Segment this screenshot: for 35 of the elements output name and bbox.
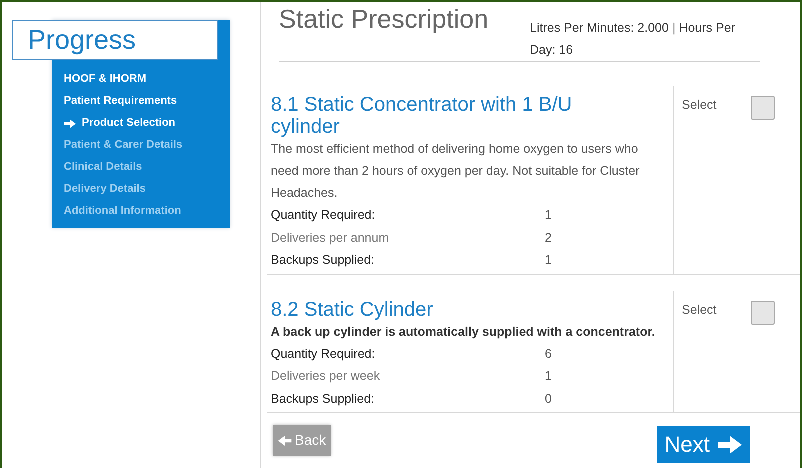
detail-label: Backups Supplied: <box>271 252 376 269</box>
page-title: Static Prescription <box>279 3 490 36</box>
product-title: 8.2 Static Cylinder <box>271 298 434 320</box>
detail-value: 6 <box>545 346 552 362</box>
detail-label: Quantity Required: <box>271 207 376 224</box>
detail-label: Deliveries per annum <box>271 230 390 247</box>
arrow-right-icon <box>718 436 742 454</box>
product-description: The most efficient method of delivering home oxygen to users who need more than 2 hours of oxygen per day. Not suitable for Cluster Headaches. <box>271 141 641 202</box>
progress-step[interactable]: Patient & Carer Details <box>64 137 183 154</box>
detail-value: 1 <box>545 368 552 385</box>
select-label: Select <box>682 302 717 318</box>
back-button[interactable]: Back <box>273 425 332 456</box>
progress-step[interactable]: Patient Requirements <box>64 93 178 110</box>
progress-step[interactable]: Delivery Details <box>64 181 146 198</box>
prescription-summary: Litres Per Minutes: 2.000 | Hours Per Day: 16 <box>530 20 736 59</box>
product-description: A back up cylinder is automatically supplied with a concentrator. <box>271 324 656 341</box>
progress-step[interactable]: Clinical Details <box>64 159 142 176</box>
progress-step[interactable]: HOOF & IHORM <box>64 71 146 88</box>
arrow-icon <box>64 118 76 128</box>
select-checkbox[interactable] <box>750 300 775 324</box>
progress-step[interactable]: Product Selection <box>82 115 176 132</box>
product-title: 8.1 Static Concentrator with 1 B/U cylinder <box>271 94 574 138</box>
detail-label: Deliveries per week <box>271 368 382 385</box>
detail-value: 1 <box>545 207 552 224</box>
detail-label: Backups Supplied: <box>271 390 376 408</box>
select-label: Select <box>682 97 717 114</box>
detail-value: 0 <box>545 390 552 408</box>
arrow-left-icon <box>278 436 292 446</box>
progress-step[interactable]: Additional Information <box>64 203 182 220</box>
progress-title: Progress <box>12 20 218 60</box>
detail-label: Quantity Required: <box>271 346 376 363</box>
select-checkbox[interactable] <box>750 96 775 120</box>
detail-value: 2 <box>545 230 552 246</box>
detail-value: 1 <box>545 252 552 269</box>
next-button[interactable]: Next <box>656 426 750 463</box>
